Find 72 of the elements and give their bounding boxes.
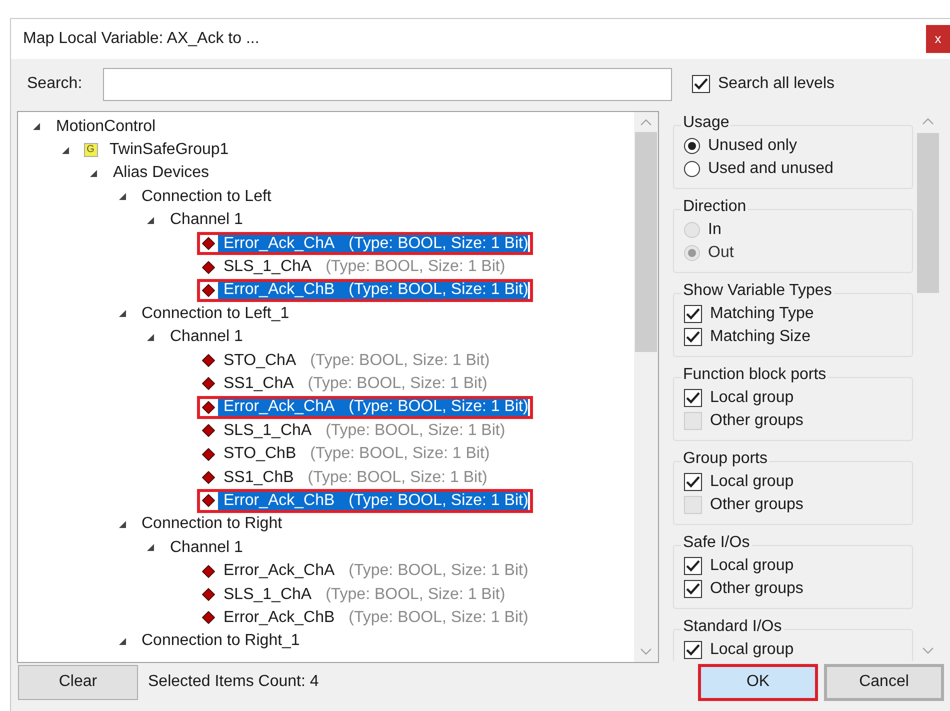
checkbox[interactable]	[684, 640, 702, 658]
checkbox-label: Other groups	[710, 410, 804, 430]
tree-item[interactable]: SLS_1_ChA (Type: BOOL, Size: 1 Bit)	[196, 582, 510, 606]
diamond-icon	[200, 260, 218, 274]
diamond-icon	[200, 448, 218, 461]
window-title: Map Local Variable: AX_Ack to ...	[23, 29, 260, 49]
dialog-button[interactable]: Cancel	[824, 664, 944, 700]
selected-tree-item[interactable]: Error_Ack_ChA (Type: BOOL, Size: 1 Bit)	[196, 396, 534, 420]
tree-item[interactable]: SLS_1_ChA (Type: BOOL, Size: 1 Bit)	[196, 255, 510, 279]
selected-tree-item[interactable]: Error_Ack_ChB (Type: BOOL, Size: 1 Bit)	[196, 278, 534, 302]
diamond-icon	[200, 611, 218, 624]
diamond-icon	[200, 471, 218, 484]
checkbox-label: Local group	[710, 640, 794, 660]
radio-button[interactable]	[684, 138, 700, 154]
checkbox-label: Local group	[710, 556, 794, 576]
diamond-icon	[200, 284, 218, 297]
diamond-icon	[200, 588, 218, 601]
selected-count: Selected Items Count: 4	[148, 672, 319, 692]
tree-item[interactable]: Connection to Right	[142, 512, 282, 536]
tree-item[interactable]: Channel 1	[170, 536, 243, 560]
checkbox[interactable]	[692, 75, 710, 93]
tree-item[interactable]: Connection to Right_1	[142, 629, 300, 654]
tree-item[interactable]: SLS_1_ChA (Type: BOOL, Size: 1 Bit)	[196, 419, 510, 442]
tree-item[interactable]: TwinSafeGroup1	[110, 138, 229, 162]
radio-label: In	[708, 220, 722, 240]
tree-item[interactable]: STO_ChA (Type: BOOL, Size: 1 Bit)	[196, 348, 495, 372]
checkbox[interactable]	[684, 304, 702, 322]
checkbox[interactable]	[684, 556, 702, 574]
tree-item[interactable]: Connection to Left_1	[142, 302, 290, 326]
checkbox[interactable]	[684, 580, 702, 598]
scrollbar[interactable]	[634, 112, 658, 662]
radio-button[interactable]	[684, 160, 700, 176]
checkbox-label: Other groups	[710, 494, 804, 514]
tree-item[interactable]: Error_Ack_ChB (Type: BOOL, Size: 1 Bit)	[196, 606, 534, 630]
checkbox-label: Other groups	[710, 578, 804, 598]
checkbox-label: Search all levels	[718, 74, 834, 94]
search-field[interactable]	[103, 68, 672, 100]
close-button[interactable]: x	[926, 25, 950, 53]
diamond-icon	[200, 494, 218, 508]
radio-label: Out	[708, 242, 734, 262]
checkbox-label: Matching Size	[710, 326, 810, 346]
dialog-button[interactable]: OK	[698, 664, 818, 700]
selected-tree-item[interactable]: Error_Ack_ChB (Type: BOOL, Size: 1 Bit)	[196, 489, 534, 513]
tree-item[interactable]: MotionControl	[56, 114, 156, 139]
diamond-icon	[200, 400, 218, 414]
radio-label: Used and unused	[708, 158, 834, 178]
checkbox-label: Local group	[710, 388, 794, 408]
diamond-icon	[200, 564, 218, 578]
diamond-icon	[200, 424, 218, 438]
checkbox[interactable]	[684, 472, 702, 490]
radio-label: Unused only	[708, 136, 797, 156]
tree-item[interactable]: Alias Devices	[113, 161, 210, 186]
search-label: Search:	[26, 74, 84, 94]
diamond-icon	[200, 377, 218, 390]
diamond-icon	[200, 237, 218, 250]
checkbox[interactable]	[684, 328, 702, 346]
selected-tree-item[interactable]: Error_Ack_ChA (Type: BOOL, Size: 1 Bit)	[196, 232, 534, 256]
tree-item[interactable]: SS1_ChA (Type: BOOL, Size: 1 Bit)	[196, 372, 492, 396]
tree-item[interactable]: Channel 1	[170, 325, 243, 350]
scroll-thumb[interactable]	[635, 132, 657, 352]
checkbox-label: Local group	[710, 472, 794, 492]
diamond-icon	[200, 354, 218, 368]
checkbox-label: Matching Type	[710, 304, 814, 324]
tree-item[interactable]: STO_ChB (Type: BOOL, Size: 1 Bit)	[196, 442, 495, 466]
tree-item[interactable]: Connection to Left	[142, 184, 272, 209]
tree-item[interactable]: Error_Ack_ChA (Type: BOOL, Size: 1 Bit)	[196, 559, 534, 583]
scroll-thumb[interactable]	[917, 133, 939, 293]
checkbox[interactable]	[684, 388, 702, 406]
group-badge: G	[84, 143, 98, 158]
tree-item[interactable]: SS1_ChB (Type: BOOL, Size: 1 Bit)	[196, 466, 492, 490]
tree-item[interactable]: Channel 1	[170, 208, 243, 232]
clear-button[interactable]: Clear	[18, 664, 138, 700]
